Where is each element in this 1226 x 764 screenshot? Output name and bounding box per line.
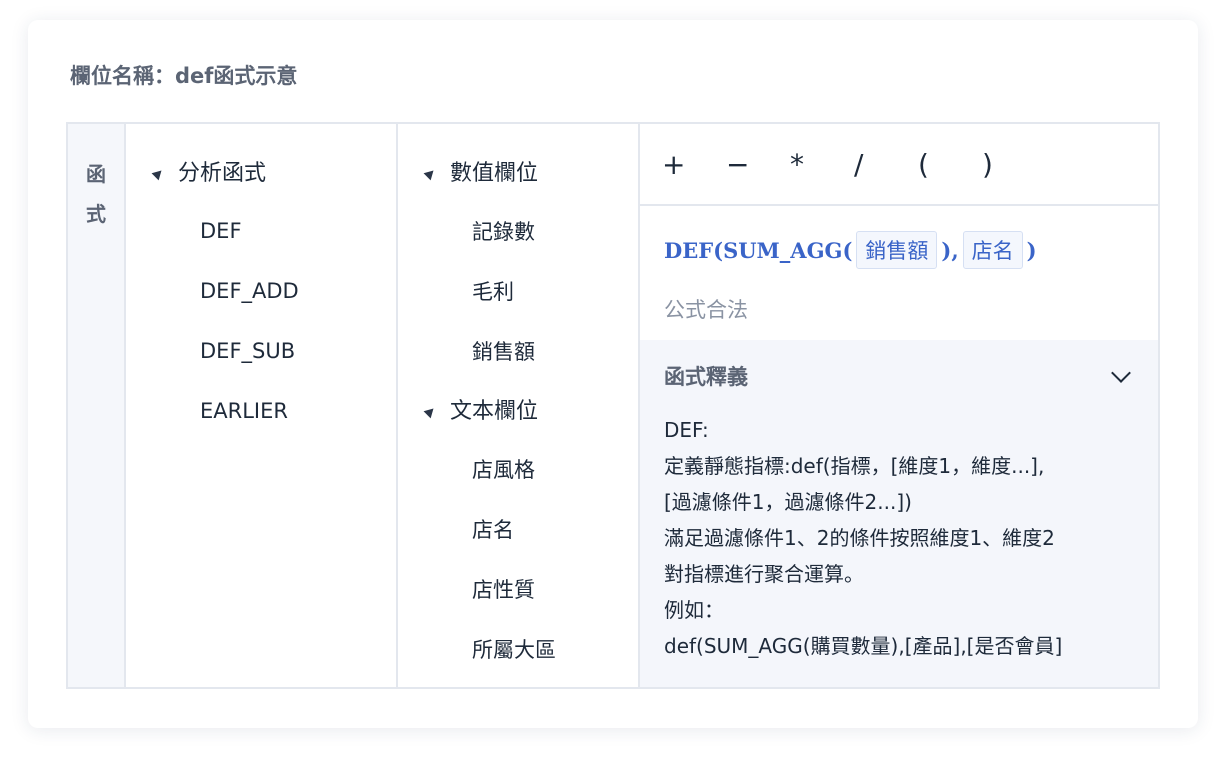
field-item-store-name[interactable]: 店名: [398, 499, 638, 559]
formula-input[interactable]: DEF(SUM_AGG( 銷售額 ), 店名 ): [640, 230, 1158, 270]
field-group-label: 數值欄位: [450, 161, 539, 186]
function-tab-char: 式: [86, 202, 106, 226]
formula-prefix: DEF(SUM_AGG(: [664, 237, 853, 263]
field-item-sales[interactable]: 銷售額: [398, 321, 638, 381]
collapse-triangle-icon[interactable]: [423, 166, 438, 180]
explanation-line: DEF:: [664, 418, 709, 442]
field-name-label: 欄位名稱：def函式示意: [70, 64, 298, 88]
function-item-def-add[interactable]: DEF_ADD: [126, 261, 396, 321]
field-tree: 數值欄位 記錄數 毛利 銷售額 文本欄位 店風格 店名 店性質 所屬大區: [398, 124, 640, 687]
operator-minus-button[interactable]: −: [724, 148, 788, 181]
formula-status: 公式合法: [664, 298, 748, 322]
operator-plus-button[interactable]: +: [660, 148, 724, 181]
field-item-region[interactable]: 所屬大區: [398, 619, 638, 679]
operator-bar: + − * / ( ): [640, 124, 1158, 206]
formula-field-chip[interactable]: 店名: [962, 231, 1023, 269]
explanation-line: 滿足過濾條件1、2的條件按照維度1、維度2: [664, 526, 1055, 550]
operator-close-paren-button[interactable]: ): [980, 148, 1044, 181]
explanation-line: 定義靜態指標:def(指標，[維度1，維度...],: [664, 454, 1045, 478]
function-group-label: 分析函式: [178, 161, 267, 186]
formula-field-chip[interactable]: 銷售額: [856, 231, 938, 269]
operator-multiply-button[interactable]: *: [788, 148, 852, 181]
field-item-store-type[interactable]: 店性質: [398, 559, 638, 619]
explanation-line: def(SUM_AGG(購買數量),[產品],[是否會員]: [664, 634, 1063, 658]
explanation-text: DEF: 定義靜態指標:def(指標，[維度1，維度...], [過濾條件1，過…: [664, 412, 1134, 664]
field-item-store-style[interactable]: 店風格: [398, 439, 638, 499]
collapse-triangle-icon[interactable]: [151, 166, 166, 180]
field-group-text[interactable]: 文本欄位: [398, 389, 638, 429]
operator-open-paren-button[interactable]: (: [916, 148, 980, 181]
formula-panel: + − * / ( ) DEF(SUM_AGG( 銷售額 ), 店名 ) 公式合…: [640, 124, 1158, 687]
function-item-def-sub[interactable]: DEF_SUB: [126, 321, 396, 381]
formula-editor-card: 欄位名稱：def函式示意 函 式 分析函式 DEF DEF_ADD DEF_SU…: [28, 20, 1198, 728]
explanation-header[interactable]: 函式釋義: [664, 340, 1134, 412]
function-explanation-panel: 函式釋義 DEF: 定義靜態指標:def(指標，[維度1，維度...], [過濾…: [640, 340, 1158, 687]
formula-suffix: ): [1026, 237, 1037, 263]
collapse-triangle-icon[interactable]: [423, 404, 438, 418]
field-group-label: 文本欄位: [450, 399, 539, 424]
function-item-def[interactable]: DEF: [126, 201, 396, 261]
operator-divide-button[interactable]: /: [852, 148, 916, 181]
function-tab-label[interactable]: 函 式: [68, 124, 126, 687]
explanation-line: 例如：: [664, 598, 724, 622]
function-item-earlier[interactable]: EARLIER: [126, 381, 396, 441]
field-item-record-count[interactable]: 記錄數: [398, 201, 638, 261]
chevron-down-icon[interactable]: [1110, 364, 1134, 388]
field-group-numeric[interactable]: 數值欄位: [398, 151, 638, 191]
field-item-gross-profit[interactable]: 毛利: [398, 261, 638, 321]
formula-middle: ),: [941, 237, 959, 263]
explanation-line: [過濾條件1，過濾條件2...]): [664, 490, 912, 514]
formula-editor-frame: 函 式 分析函式 DEF DEF_ADD DEF_SUB EARLIER 數值欄…: [66, 122, 1160, 689]
function-tree: 分析函式 DEF DEF_ADD DEF_SUB EARLIER: [126, 124, 398, 687]
function-tab-char: 函: [86, 162, 106, 186]
explanation-title: 函式釋義: [664, 365, 748, 389]
function-group-analysis[interactable]: 分析函式: [126, 151, 396, 191]
explanation-line: 對指標進行聚合運算。: [664, 562, 864, 586]
